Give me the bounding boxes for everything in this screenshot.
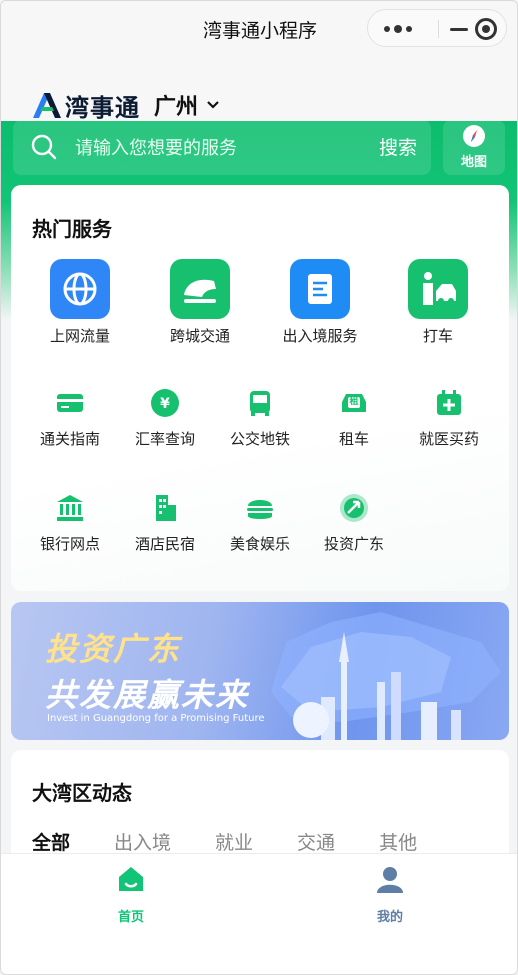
document-icon bbox=[290, 259, 350, 319]
service-medical[interactable]: 就医买药 bbox=[404, 388, 494, 449]
more-menu-icon[interactable] bbox=[384, 10, 414, 48]
burger-icon bbox=[245, 493, 275, 523]
hot-services-title: 热门服务 bbox=[32, 217, 112, 241]
brand-row: 湾事通 广州 bbox=[31, 89, 220, 122]
bank-icon bbox=[55, 493, 85, 523]
miniprogram-capsule bbox=[367, 9, 507, 47]
tabbar-mine[interactable]: 我的 bbox=[330, 864, 450, 925]
hot-services-card: 热门服务 上网流量 跨城交通 出入境服务 打车 通关指南 ¥ 汇率查询 公交地铁… bbox=[11, 185, 509, 591]
service-intercity-transport[interactable]: 跨城交通 bbox=[145, 259, 255, 346]
banner-caption: Invest in Guangdong for a Promising Futu… bbox=[47, 713, 265, 724]
rental-badge: 租 bbox=[349, 397, 359, 407]
close-miniprogram-icon[interactable] bbox=[475, 18, 497, 40]
search-bar[interactable]: 请输入您想要的服务 搜索 bbox=[13, 120, 431, 175]
bay-area-news-card: 大湾区动态 全部 出入境 就业 交通 其他 bbox=[11, 750, 509, 860]
brand-logo bbox=[33, 93, 61, 118]
service-label: 银行网点 bbox=[39, 535, 100, 553]
service-customs-guide[interactable]: 通关指南 bbox=[25, 388, 115, 449]
service-invest-guangdong[interactable]: 投资广东 bbox=[309, 493, 399, 554]
banner-subheadline: 共发展赢未来 bbox=[45, 676, 250, 714]
banner-headline: 投资广东 bbox=[45, 630, 182, 668]
service-label: 打车 bbox=[422, 327, 453, 345]
top-navbar: 湾事通小程序 湾事通 广州 bbox=[1, 1, 517, 122]
rental-car-icon: 租 bbox=[339, 388, 369, 418]
service-label: 通关指南 bbox=[39, 430, 100, 448]
service-label: 酒店民宿 bbox=[134, 535, 195, 553]
service-mobile-data[interactable]: 上网流量 bbox=[25, 259, 135, 346]
compass-icon bbox=[463, 125, 485, 147]
search-button[interactable]: 搜索 bbox=[379, 133, 417, 160]
bottom-tabbar: 首页 我的 bbox=[1, 853, 517, 974]
tabbar-label: 首页 bbox=[117, 910, 144, 925]
service-label: 公交地铁 bbox=[229, 430, 290, 448]
service-label: 汇率查询 bbox=[134, 430, 195, 448]
globe-icon bbox=[50, 259, 110, 319]
investment-icon bbox=[339, 493, 369, 523]
home-icon bbox=[119, 867, 143, 891]
service-bus-metro[interactable]: 公交地铁 bbox=[215, 388, 305, 449]
service-label: 上网流量 bbox=[49, 327, 110, 345]
tab-immigration[interactable]: 出入境 bbox=[114, 828, 171, 855]
search-icon bbox=[31, 134, 57, 160]
tab-other[interactable]: 其他 bbox=[379, 828, 417, 855]
service-food-entertainment[interactable]: 美食娱乐 bbox=[215, 493, 305, 554]
search-input[interactable]: 请输入您想要的服务 bbox=[75, 134, 237, 160]
app-frame: 湾事通小程序 湾事通 广州 请输入您想要的服务 搜索 地图 热门服务 上网流量 … bbox=[0, 0, 518, 975]
capsule-divider bbox=[438, 20, 439, 38]
tabbar-label: 我的 bbox=[376, 910, 403, 925]
medical-icon bbox=[434, 388, 464, 418]
user-icon bbox=[377, 867, 403, 893]
service-label: 就医买药 bbox=[418, 430, 479, 448]
city-selector[interactable]: 广州 bbox=[154, 89, 198, 121]
news-title: 大湾区动态 bbox=[32, 781, 132, 805]
service-exchange-rate[interactable]: ¥ 汇率查询 bbox=[120, 388, 210, 449]
svg-text:¥: ¥ bbox=[160, 396, 170, 412]
chevron-down-icon[interactable] bbox=[206, 98, 220, 112]
tab-all[interactable]: 全部 bbox=[32, 828, 70, 855]
service-taxi[interactable]: 打车 bbox=[383, 259, 493, 346]
map-label: 地图 bbox=[460, 155, 487, 170]
service-label: 投资广东 bbox=[323, 535, 384, 553]
card-icon bbox=[55, 388, 85, 418]
minimize-icon[interactable] bbox=[450, 10, 470, 48]
map-button[interactable]: 地图 bbox=[443, 120, 505, 175]
yuan-icon: ¥ bbox=[150, 388, 180, 418]
invest-guangdong-banner[interactable]: 投资广东 共发展赢未来 Invest in Guangdong for a Pr… bbox=[11, 602, 509, 740]
service-label: 出入境服务 bbox=[282, 327, 358, 345]
service-car-rental[interactable]: 租 租车 bbox=[309, 388, 399, 449]
high-speed-train-icon bbox=[170, 259, 230, 319]
service-label: 美食娱乐 bbox=[229, 535, 290, 553]
service-hotel[interactable]: 酒店民宿 bbox=[120, 493, 210, 554]
news-tabs: 全部 出入境 就业 交通 其他 bbox=[32, 828, 461, 855]
brand-name: 湾事通 bbox=[65, 93, 140, 122]
tab-transport[interactable]: 交通 bbox=[297, 828, 335, 855]
service-label: 租车 bbox=[338, 430, 369, 448]
service-label: 跨城交通 bbox=[169, 327, 230, 345]
hotel-icon bbox=[150, 493, 180, 523]
bus-icon bbox=[245, 388, 275, 418]
taxi-person-icon bbox=[408, 259, 468, 319]
tab-employment[interactable]: 就业 bbox=[215, 828, 253, 855]
service-bank[interactable]: 银行网点 bbox=[25, 493, 115, 554]
service-immigration[interactable]: 出入境服务 bbox=[265, 259, 375, 346]
tabbar-home[interactable]: 首页 bbox=[71, 864, 191, 925]
